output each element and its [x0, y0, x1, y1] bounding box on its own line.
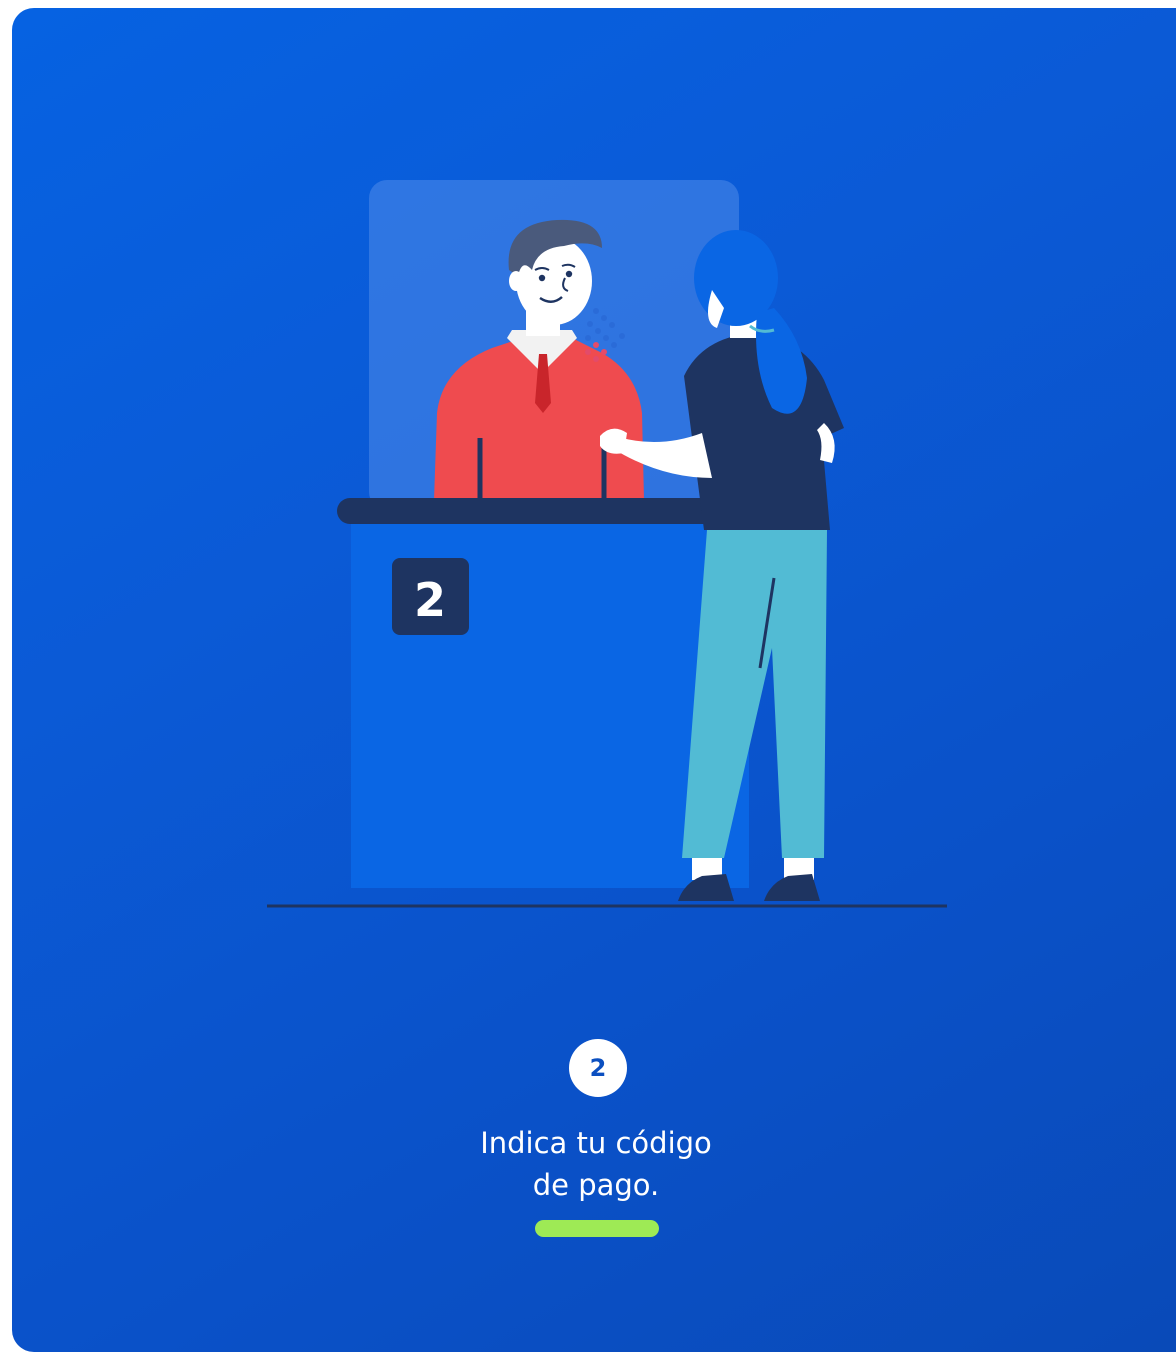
caption-line-2: de pago.: [532, 1168, 660, 1202]
step-progress-indicator: [535, 1220, 659, 1237]
counter-number-text: 2: [414, 573, 446, 627]
onboarding-step-card: 2 2 Indica tu código de pago.: [12, 8, 1176, 1352]
counter-top: [337, 498, 757, 524]
step-caption: Indica tu código de pago.: [396, 1122, 796, 1206]
cashier-counter-illustration: 2: [267, 180, 947, 908]
caption-line-1: Indica tu código: [480, 1126, 712, 1160]
step-number-badge: 2: [569, 1039, 627, 1097]
